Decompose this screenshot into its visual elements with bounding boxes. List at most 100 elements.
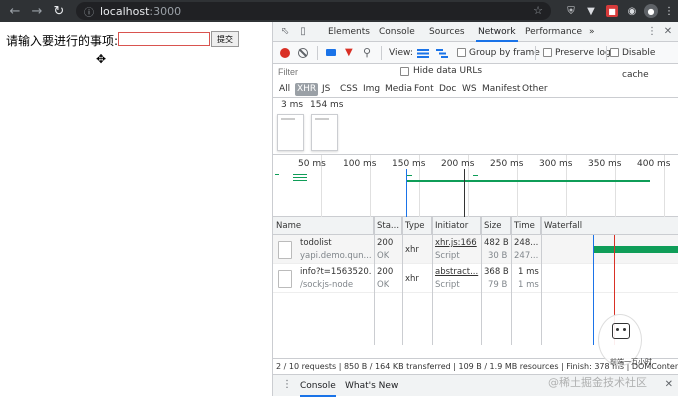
profile-avatar[interactable]: ● <box>644 4 658 18</box>
shield-extension-icon[interactable]: ⛨ <box>563 3 579 19</box>
back-icon[interactable]: ← <box>4 0 26 22</box>
todo-label: 请输入要进行的事项: <box>6 34 119 48</box>
drawer-close-icon[interactable]: ✕ <box>665 379 673 390</box>
browser-toolbar: ← → ↻ ⓘ localhost:3000 ☆ ⛨ ▼ ■ ◉ ● ⋮ <box>0 0 678 22</box>
col-size[interactable]: Size <box>481 217 511 235</box>
site-info-icon[interactable]: ⓘ <box>84 4 94 19</box>
waterfall-overview-icon[interactable] <box>436 48 448 58</box>
col-time[interactable]: Time <box>511 217 541 235</box>
github-extension-icon[interactable]: ◉ <box>624 3 640 19</box>
overview-request-bar <box>473 175 478 176</box>
frame-time: 3 ms <box>281 100 304 110</box>
hide-data-urls-label: Hide data URLs <box>413 66 483 76</box>
drawer-tab-console[interactable]: Console <box>300 375 336 397</box>
col-type[interactable]: Type <box>402 217 432 235</box>
type-filter-ws[interactable]: WS <box>460 83 479 96</box>
drawer-menu-icon[interactable]: ⋮ <box>282 379 292 390</box>
record-icon[interactable] <box>280 48 290 58</box>
request-latency: 247... <box>514 251 539 261</box>
disable-cache-checkbox[interactable] <box>610 48 619 57</box>
promo-badge: 前端一万小时 <box>598 314 652 366</box>
type-filter-js[interactable]: JS <box>320 83 332 96</box>
col-name[interactable]: Name <box>273 217 374 235</box>
filter-input[interactable] <box>276 65 390 79</box>
device-toolbar-icon[interactable]: ▯ <box>297 26 309 38</box>
column-divider <box>374 217 375 345</box>
move-cursor-icon: ✥ <box>96 52 107 66</box>
tab-elements[interactable]: Elements <box>326 22 372 42</box>
overview-request-bar <box>293 177 307 178</box>
column-divider <box>432 217 433 345</box>
browser-menu-icon[interactable]: ⋮ <box>661 3 677 19</box>
request-resource-size: 30 B <box>488 251 508 261</box>
filter-row: Hide data URLs <box>273 64 678 80</box>
promo-text: 前端一万小时 <box>610 358 652 366</box>
address-bar[interactable]: ⓘ localhost:3000 ☆ <box>76 2 551 20</box>
type-filter-xhr[interactable]: XHR <box>295 83 319 96</box>
table-row[interactable]: info?t=1563520... /sockjs-node 200 OK xh… <box>273 264 678 293</box>
col-initiator[interactable]: Initiator <box>432 217 481 235</box>
request-initiator[interactable]: abstract... <box>435 267 480 277</box>
col-waterfall[interactable]: Waterfall <box>541 217 678 235</box>
view-label: View: <box>389 48 413 58</box>
large-rows-icon[interactable] <box>417 48 429 58</box>
filmstrip-frame[interactable] <box>311 114 338 151</box>
forward-icon[interactable]: → <box>26 0 48 22</box>
group-by-frame-label: Group by frame <box>469 48 540 58</box>
request-latency: 1 ms <box>518 280 539 290</box>
group-by-frame-checkbox[interactable] <box>457 48 466 57</box>
type-filter-doc[interactable]: Doc <box>437 83 458 96</box>
tab-sources[interactable]: Sources <box>427 22 467 42</box>
red-extension-icon[interactable]: ■ <box>606 5 618 17</box>
screenshot-camera-icon[interactable] <box>326 49 336 56</box>
devtools-tab-bar: ⬁ ▯ Elements Console Sources Network Per… <box>273 22 678 42</box>
network-toolbar: ▼ ⚲ View: Group by frame Preserve log Di… <box>273 42 678 80</box>
more-tabs-icon[interactable]: » <box>587 22 597 42</box>
type-filter-img[interactable]: Img <box>361 83 382 96</box>
tab-console[interactable]: Console <box>377 22 417 42</box>
tick-label: 350 ms <box>588 159 622 169</box>
timeline-overview[interactable]: 50 ms 100 ms 150 ms 200 ms 250 ms 300 ms… <box>273 155 678 217</box>
type-filter-all[interactable]: All <box>277 83 292 96</box>
extension-v-icon[interactable]: ▼ <box>583 3 599 19</box>
request-type: xhr <box>405 245 419 255</box>
col-status[interactable]: Sta... <box>374 217 402 235</box>
reload-icon[interactable]: ↻ <box>48 0 70 22</box>
toolbar-divider <box>381 46 382 60</box>
type-filter-font[interactable]: Font <box>412 83 436 96</box>
clear-icon[interactable] <box>298 48 308 58</box>
preserve-log-checkbox[interactable] <box>543 48 552 57</box>
hide-data-urls-checkbox[interactable] <box>400 67 409 76</box>
filmstrip-frame[interactable] <box>277 114 304 151</box>
filter-funnel-icon[interactable]: ▼ <box>345 47 353 58</box>
type-filter-manifest[interactable]: Manifest <box>480 83 522 96</box>
inspect-element-icon[interactable]: ⬁ <box>279 26 291 38</box>
tab-performance[interactable]: Performance <box>523 22 584 42</box>
bookmark-star-icon[interactable]: ☆ <box>533 4 543 17</box>
page-viewport: 请输入要进行的事项: 提交 ✥ <box>0 22 272 396</box>
submit-button[interactable]: 提交 <box>211 31 239 47</box>
type-filter-css[interactable]: CSS <box>338 83 360 96</box>
overview-request-bar <box>293 180 307 181</box>
request-initiator-type: Script <box>435 280 460 290</box>
request-initiator[interactable]: xhr.js:166 <box>435 238 480 248</box>
table-row[interactable]: todolist yapi.demo.qun... 200 OK xhr xhr… <box>273 235 678 264</box>
tick-label: 150 ms <box>392 159 426 169</box>
tick-label: 300 ms <box>539 159 573 169</box>
devtools-menu-icon[interactable]: ⋮ <box>646 26 658 38</box>
drawer-tab-whats-new[interactable]: What's New <box>345 375 398 397</box>
request-name[interactable]: todolist <box>300 238 372 248</box>
todo-input[interactable] <box>118 32 210 46</box>
overview-request-bar <box>275 174 279 175</box>
devtools-close-icon[interactable]: ✕ <box>662 26 674 38</box>
file-icon <box>278 270 292 288</box>
column-divider <box>511 217 512 345</box>
request-name[interactable]: info?t=1563520... <box>300 267 372 277</box>
requests-table-header: Name Sta... Type Initiator Size Time Wat… <box>273 217 678 235</box>
type-filter-media[interactable]: Media <box>383 83 414 96</box>
robot-logo-icon <box>612 323 630 339</box>
type-filter-other[interactable]: Other <box>520 83 550 96</box>
tab-network[interactable]: Network <box>476 22 518 42</box>
search-icon[interactable]: ⚲ <box>363 46 371 59</box>
request-resource-size: 79 B <box>488 280 508 290</box>
